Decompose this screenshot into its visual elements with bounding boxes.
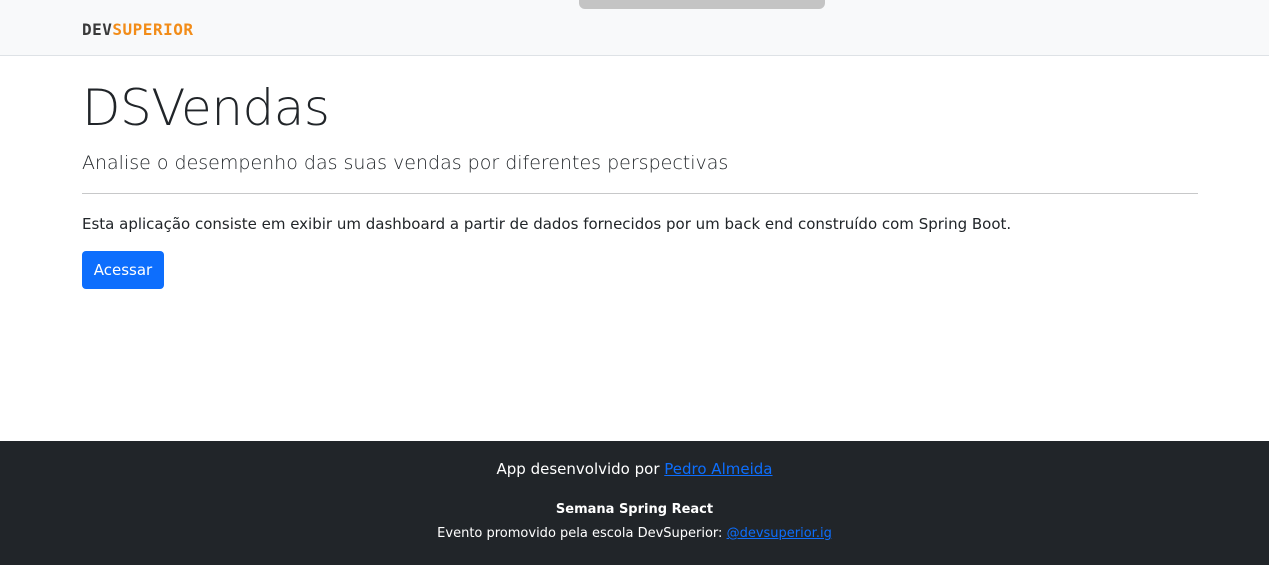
access-button[interactable]: Acessar bbox=[82, 251, 164, 289]
footer-event-text: Evento promovido pela escola DevSuperior… bbox=[437, 526, 727, 541]
devsuperior-logo[interactable]: DEVSUPERIOR bbox=[82, 20, 193, 40]
page-subtitle: Analise o desempenho das suas vendas por… bbox=[82, 152, 729, 174]
page-title: DSVendas bbox=[82, 79, 330, 137]
footer-event-name: Semana Spring React bbox=[555, 502, 714, 517]
divider bbox=[82, 193, 1198, 194]
navbar: DEVSUPERIOR bbox=[0, 0, 1269, 56]
instagram-link[interactable]: @devsuperior.ig bbox=[727, 526, 832, 541]
footer-event-info: Evento promovido pela escola DevSuperior… bbox=[0, 525, 1269, 543]
footer-credits: App desenvolvido por Pedro Almeida bbox=[0, 459, 1269, 479]
logo-dev-text: DEV bbox=[82, 20, 113, 39]
footer: App desenvolvido por Pedro Almeida Seman… bbox=[0, 441, 1269, 565]
footer-credits-text: App desenvolvido por bbox=[496, 460, 665, 478]
page-description: Esta aplicação consiste em exibir um das… bbox=[82, 215, 1012, 233]
logo-superior-text: SUPERIOR bbox=[112, 20, 194, 39]
author-link[interactable]: Pedro Almeida bbox=[664, 460, 772, 478]
browser-overlay-tab bbox=[579, 0, 825, 9]
